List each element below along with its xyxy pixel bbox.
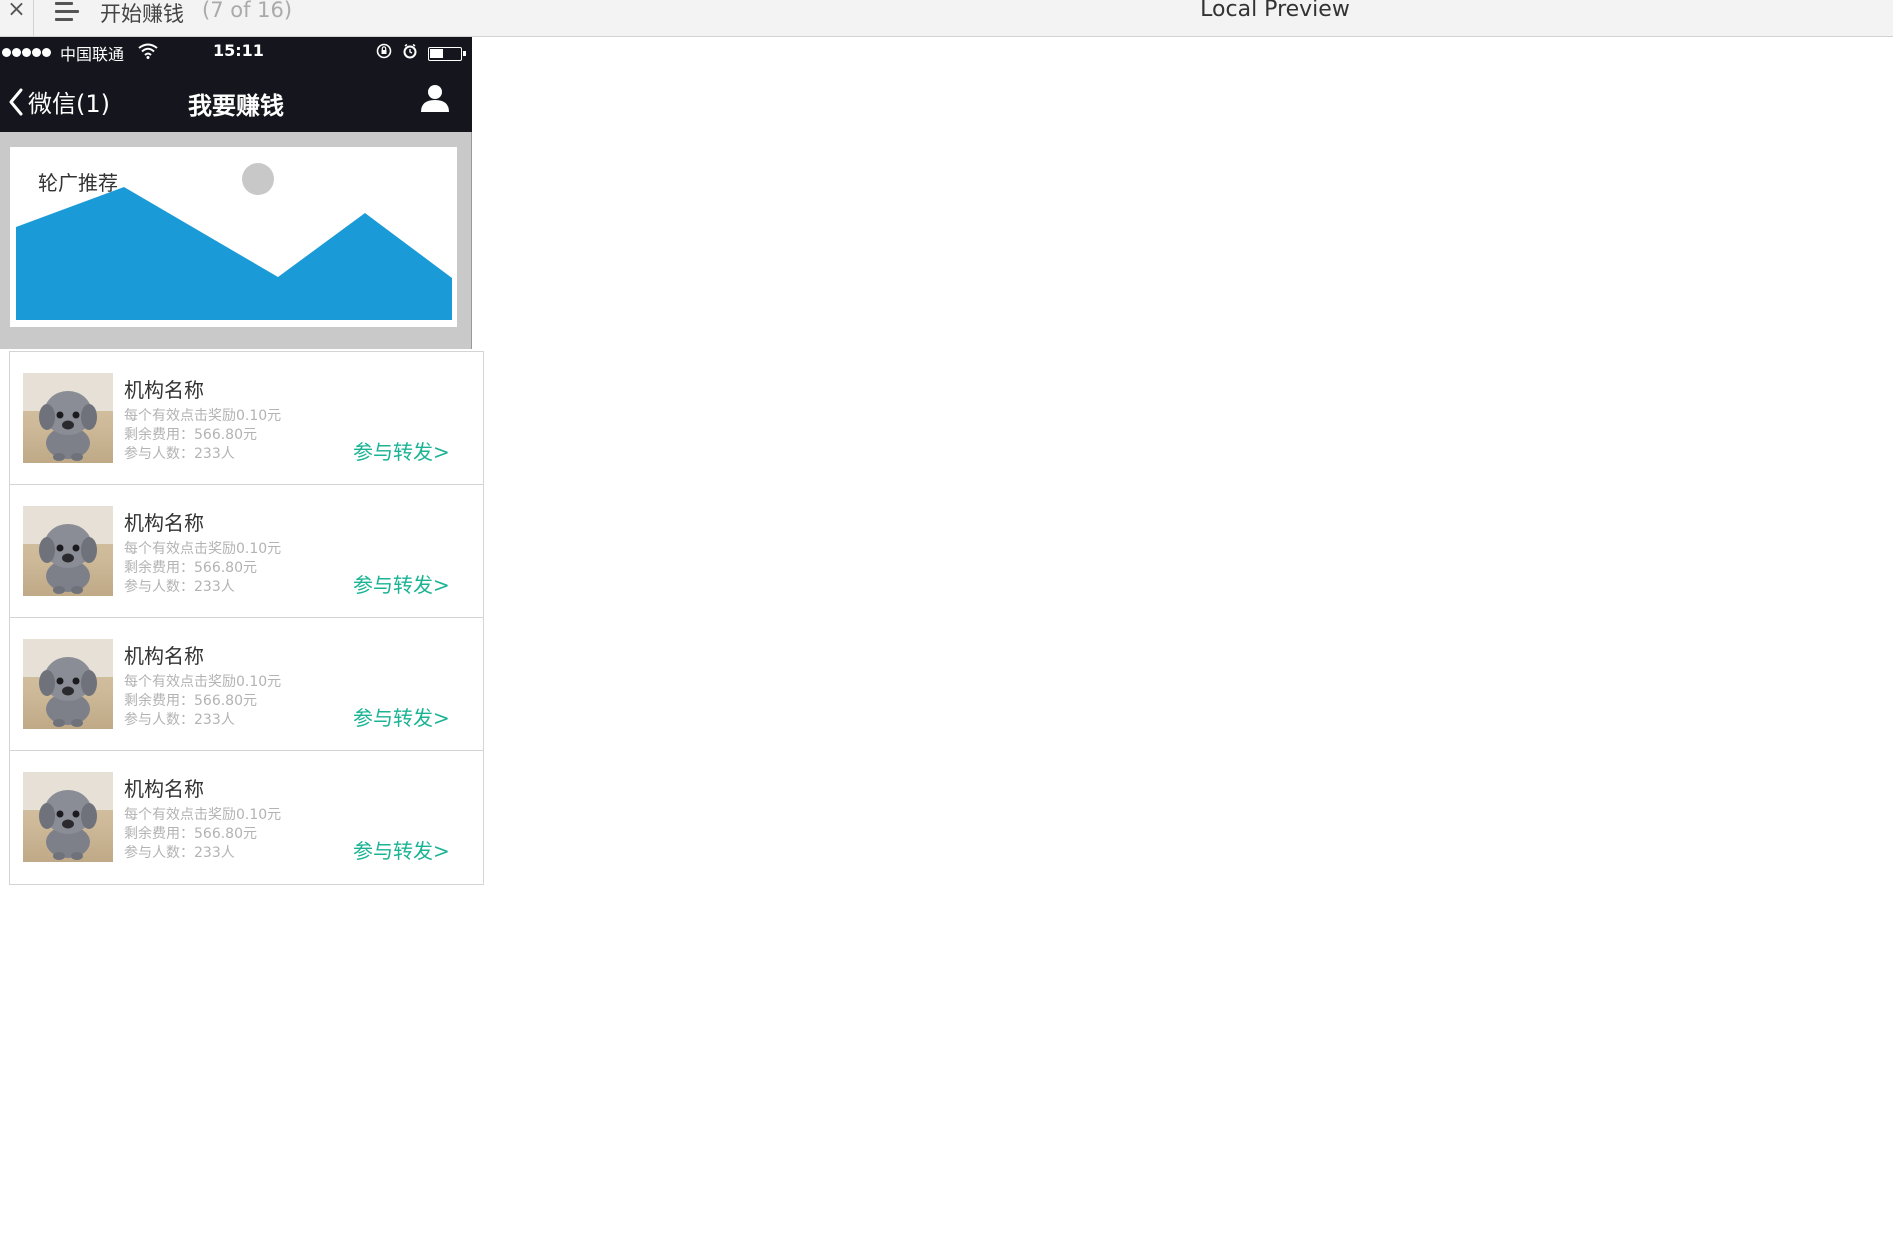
wifi-icon: [138, 43, 158, 63]
join-forward-link[interactable]: 参与转发>: [353, 702, 450, 731]
reward-text: 每个有效点击奖励0.10元: [124, 541, 282, 557]
signal-icon: [2, 48, 52, 67]
join-forward-link[interactable]: 参与转发>: [353, 835, 450, 864]
status-bar: 中国联通 15:11: [0, 37, 472, 69]
remaining-cost-text: 剩余费用：566.80元: [124, 427, 257, 443]
organization-avatar: [23, 639, 113, 729]
participants-text: 参与人数：233人: [124, 712, 235, 728]
remaining-cost-text: 剩余费用：566.80元: [124, 560, 257, 576]
user-icon[interactable]: [420, 83, 450, 117]
join-forward-link[interactable]: 参与转发>: [353, 436, 450, 465]
organization-avatar: [23, 772, 113, 862]
organization-avatar: [23, 506, 113, 596]
organization-name: 机构名称: [124, 511, 204, 535]
banner-image[interactable]: 轮广推荐: [10, 147, 457, 327]
window-title: Local Preview: [1200, 0, 1350, 22]
reward-text: 每个有效点击奖励0.10元: [124, 674, 282, 690]
status-icons: [376, 43, 420, 65]
organization-avatar: [23, 373, 113, 463]
participants-text: 参与人数：233人: [124, 446, 235, 462]
remaining-cost-text: 剩余费用：566.80元: [124, 693, 257, 709]
carrier-label: 中国联通: [60, 45, 125, 64]
list-item: 机构名称 每个有效点击奖励0.10元 剩余费用：566.80元 参与人数：233…: [10, 618, 483, 751]
organization-name: 机构名称: [124, 777, 204, 801]
list-item: 机构名称 每个有效点击奖励0.10元 剩余费用：566.80元 参与人数：233…: [10, 751, 483, 884]
banner-carousel[interactable]: 轮广推荐: [0, 132, 472, 349]
organization-name: 机构名称: [124, 378, 204, 402]
reward-text: 每个有效点击奖励0.10元: [124, 807, 282, 823]
reward-text: 每个有效点击奖励0.10元: [124, 408, 282, 424]
remaining-cost-text: 剩余费用：566.80元: [124, 826, 257, 842]
phone-screen: 中国联通 15:11 微信(1) 我要赚钱 轮广推荐: [0, 37, 472, 349]
preview-toolbar: × 开始赚钱 (7 of 16) Local Preview: [0, 0, 1893, 37]
organization-name: 机构名称: [124, 644, 204, 668]
clock: 15:11: [213, 41, 264, 60]
list-item: 机构名称 每个有效点击奖励0.10元 剩余费用：566.80元 参与人数：233…: [10, 485, 483, 618]
menu-icon[interactable]: [55, 1, 79, 23]
page-count: (7 of 16): [202, 0, 293, 22]
participants-text: 参与人数：233人: [124, 845, 235, 861]
list-item: 机构名称 每个有效点击奖励0.10元 剩余费用：566.80元 参与人数：233…: [10, 352, 483, 485]
join-forward-link[interactable]: 参与转发>: [353, 569, 450, 598]
close-icon[interactable]: ×: [0, 0, 34, 37]
page-title: 我要赚钱: [0, 86, 472, 121]
nav-bar: 微信(1) 我要赚钱: [0, 69, 472, 132]
participants-text: 参与人数：233人: [124, 579, 235, 595]
task-list: 机构名称 每个有效点击奖励0.10元 剩余费用：566.80元 参与人数：233…: [9, 351, 484, 885]
page-title-text: 我要赚钱: [188, 92, 284, 120]
battery-icon: [428, 47, 466, 61]
banner-label: 轮广推荐: [38, 171, 118, 195]
file-title: 开始赚钱: [100, 2, 184, 26]
